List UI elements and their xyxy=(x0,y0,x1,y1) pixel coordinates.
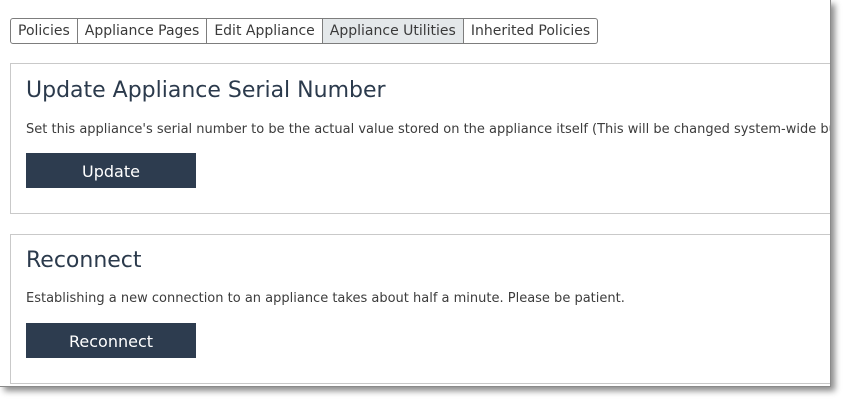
tab-edit-appliance[interactable]: Edit Appliance xyxy=(207,18,323,44)
update-button[interactable]: Update xyxy=(26,153,196,188)
reconnect-title: Reconnect xyxy=(26,248,142,273)
tab-inherited-policies[interactable]: Inherited Policies xyxy=(463,18,599,44)
app-window: Policies Appliance Pages Edit Appliance … xyxy=(0,0,831,387)
update-serial-description: Set this appliance's serial number to be… xyxy=(26,122,831,137)
tab-appliance-pages[interactable]: Appliance Pages xyxy=(77,18,208,44)
reconnect-panel: Reconnect Establishing a new connection … xyxy=(10,234,830,384)
tab-bar: Policies Appliance Pages Edit Appliance … xyxy=(10,18,599,44)
tab-appliance-utilities[interactable]: Appliance Utilities xyxy=(322,18,464,44)
tab-policies[interactable]: Policies xyxy=(10,18,78,44)
update-serial-title: Update Appliance Serial Number xyxy=(26,78,386,103)
update-serial-panel: Update Appliance Serial Number Set this … xyxy=(10,63,831,214)
reconnect-description: Establishing a new connection to an appl… xyxy=(26,291,625,306)
reconnect-button[interactable]: Reconnect xyxy=(26,323,196,358)
